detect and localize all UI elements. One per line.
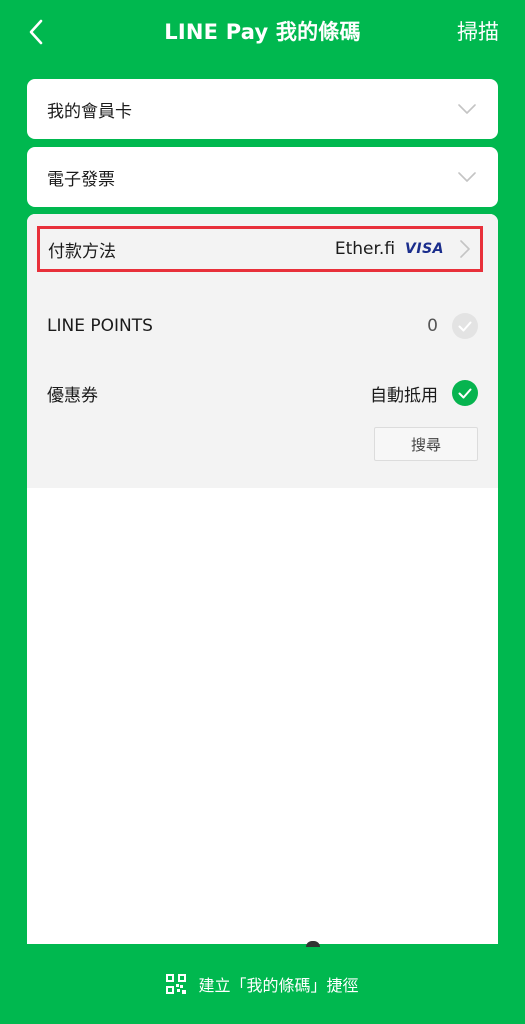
member-card-label: 我的會員卡 <box>47 101 132 122</box>
coupon-label: 優惠券 <box>47 385 98 406</box>
qr-code-icon <box>166 974 187 994</box>
page-title: LINE Pay 我的條碼 <box>164 20 361 44</box>
payment-method-value: Ether.fi <box>334 239 396 259</box>
e-invoice-label: 電子發票 <box>47 169 115 190</box>
scroll-indicator <box>306 941 320 947</box>
line-points-value: 0 <box>427 316 438 336</box>
coupon-toggle[interactable] <box>452 380 478 406</box>
points-toggle[interactable] <box>452 313 478 339</box>
coupon-search-button[interactable]: 搜尋 <box>374 427 478 461</box>
chevron-down-icon <box>458 172 476 182</box>
payment-method-label: 付款方法 <box>48 241 116 262</box>
header: LINE Pay 我的條碼 掃描 <box>0 0 525 64</box>
check-icon <box>458 388 472 398</box>
line-points-label: LINE POINTS <box>47 316 153 336</box>
payment-method-row[interactable]: 付款方法 Ether.fi VISA <box>37 226 483 272</box>
scan-button[interactable]: 掃描 <box>457 16 499 46</box>
member-card-section[interactable]: 我的會員卡 <box>27 79 498 139</box>
check-icon <box>458 321 472 331</box>
coupon-status: 自動抵用 <box>370 385 438 406</box>
visa-logo: VISA <box>405 241 444 257</box>
coupon-row: 優惠券 自動抵用 <box>47 376 478 410</box>
chevron-down-icon <box>458 104 476 114</box>
payment-settings: 付款方法 Ether.fi VISA LINE POINTS 0 優惠券 自動抵… <box>27 214 498 488</box>
payment-panel: 付款方法 Ether.fi VISA LINE POINTS 0 優惠券 自動抵… <box>27 214 498 944</box>
chevron-right-icon <box>460 240 470 258</box>
create-shortcut-link[interactable]: 建立「我的條碼」捷徑 <box>0 968 525 1000</box>
line-points-row: LINE POINTS 0 <box>47 309 478 343</box>
create-shortcut-label: 建立「我的條碼」捷徑 <box>198 976 359 995</box>
e-invoice-section[interactable]: 電子發票 <box>27 147 498 207</box>
